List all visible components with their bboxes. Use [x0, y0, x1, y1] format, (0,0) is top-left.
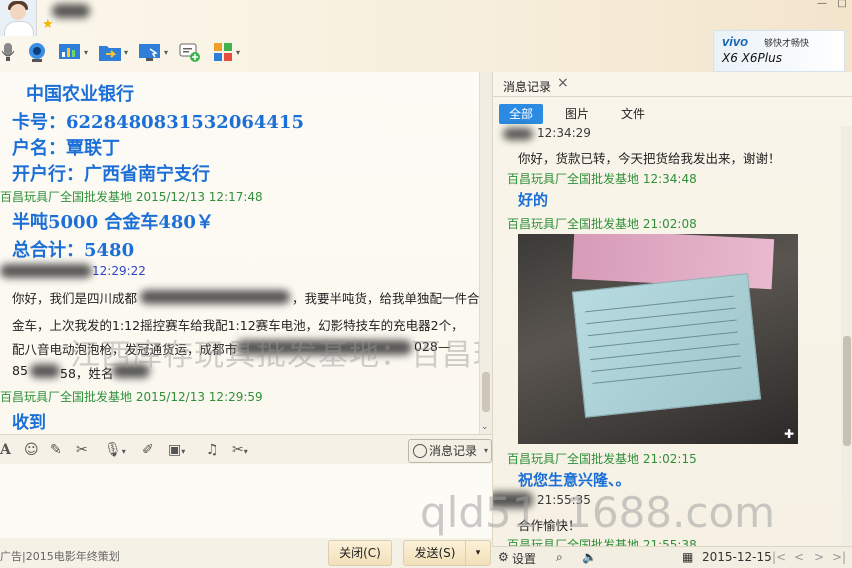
- tab-message-history[interactable]: 消息记录 ×: [493, 72, 852, 97]
- music-icon[interactable]: ♫: [206, 442, 219, 458]
- message-time: 12:34:29: [537, 126, 591, 140]
- message-text: 总合计：5480: [12, 240, 135, 261]
- bank-branch: 开户行：广西省南宁支行: [12, 164, 210, 185]
- chat-message-area[interactable]: 中国农业银行 卡号：6228480831532064415 户名：覃联丁 开户行…: [0, 72, 492, 434]
- maximize-button[interactable]: □: [832, 0, 852, 10]
- redacted-sender: [0, 264, 92, 278]
- message-text: 祝您生意兴隆、。: [518, 471, 631, 489]
- settings-label[interactable]: 设置: [512, 550, 536, 567]
- voice-icon[interactable]: 🎙▾: [104, 442, 126, 458]
- redacted-contact-name: [52, 4, 90, 18]
- tab-label: 消息记录: [503, 80, 552, 94]
- bottom-bar: 广告|2015电影年终策划 关闭(C) 发送(S) ▾: [0, 538, 492, 567]
- redacted-phone: [30, 364, 60, 378]
- watermark: 江西库存玩具批发基地：百昌玩具厂: [70, 338, 492, 373]
- title-bar: ★ ▾ ▾ ▾ ▾ — □ vivo 够快才畅快 X6 X6Plus: [0, 0, 852, 72]
- main-toolbar: ▾ ▾ ▾ ▾: [0, 38, 250, 66]
- speaker-icon[interactable]: 🔈: [582, 550, 597, 564]
- message-text: 半吨5000 合金车480￥: [12, 212, 214, 233]
- add-message-icon[interactable]: [178, 39, 202, 65]
- message-text: 你好，货款已转，今天把货给我发出来，谢谢！: [518, 151, 781, 166]
- filter-files[interactable]: 文件: [611, 104, 655, 124]
- message-history-panel: 消息记录 × 全部 图片 文件 12:34:29 你好，货款已转，今天把货给我发…: [492, 72, 852, 546]
- scrollbar-thumb[interactable]: [482, 372, 490, 412]
- screen-share-icon[interactable]: ▾: [58, 39, 88, 65]
- redacted-sender: [503, 128, 533, 140]
- watermark: qld51 .1688.com: [420, 488, 776, 537]
- bank-account-name: 户名：覃联丁: [12, 138, 120, 159]
- star-icon: ★: [42, 17, 54, 32]
- expand-icon[interactable]: ✚: [784, 427, 794, 441]
- message-header: 百昌玩具厂全国批发基地 21:55:38: [507, 538, 697, 546]
- message-header-time: 12:29:22: [92, 264, 146, 278]
- message-text: 85: [12, 363, 28, 378]
- tools-icon[interactable]: ✂▾: [232, 442, 248, 458]
- minimize-button[interactable]: —: [812, 0, 832, 10]
- message-history-button[interactable]: 消息记录 ▾: [408, 439, 492, 463]
- history-date[interactable]: 2015-12-15: [702, 550, 772, 564]
- nudge-icon[interactable]: ✎: [50, 442, 62, 458]
- message-text: 好的: [518, 191, 549, 209]
- scrollbar-thumb[interactable]: [843, 336, 851, 446]
- history-scrollbar[interactable]: [841, 126, 852, 546]
- ad-slogan: 够快才畅快: [764, 39, 810, 49]
- avatar[interactable]: [0, 0, 37, 36]
- microphone-icon[interactable]: [0, 39, 16, 65]
- remote-desktop-icon[interactable]: ▾: [138, 39, 168, 65]
- message-input[interactable]: [0, 464, 492, 538]
- scroll-down-icon[interactable]: ⌄: [481, 422, 489, 432]
- chat-scrollbar[interactable]: ⌄: [479, 72, 492, 434]
- screenshot-icon[interactable]: ✂: [76, 442, 88, 458]
- ad-model: X6 X6Plus: [722, 51, 782, 65]
- prev-page-icon[interactable]: <: [794, 550, 804, 564]
- apps-icon[interactable]: ▾: [212, 39, 240, 65]
- file-transfer-icon[interactable]: ▾: [98, 39, 128, 65]
- clock-icon: [413, 444, 427, 458]
- window-controls: — □: [812, 0, 852, 10]
- last-page-icon[interactable]: >|: [832, 550, 846, 564]
- message-header: 百昌玩具厂全国批发基地 2015/12/13 12:17:48: [0, 190, 263, 204]
- settings-icon[interactable]: ⚙: [498, 550, 509, 564]
- edit-icon[interactable]: ✐: [142, 442, 154, 458]
- close-button[interactable]: 关闭(C): [328, 540, 392, 566]
- send-button[interactable]: 发送(S): [403, 540, 467, 566]
- send-options-button[interactable]: ▾: [465, 540, 491, 566]
- input-toolbar: A ☺ ✎ ✂ 🎙▾ ✐ ▣▾ ♫ ✂▾ 消息记录 ▾: [0, 434, 492, 465]
- webcam-icon[interactable]: [26, 39, 48, 65]
- history-message-list[interactable]: 12:34:29 你好，货款已转，今天把货给我发出来，谢谢！ 百昌玩具厂全国批发…: [493, 126, 841, 546]
- message-header: 百昌玩具厂全国批发基地 12:34:48: [507, 172, 697, 186]
- redacted-text: [140, 290, 290, 304]
- message-header: 百昌玩具厂全国批发基地 2015/12/13 12:29:59: [0, 390, 263, 404]
- chevron-down-icon: ▾: [483, 446, 488, 455]
- bank-name: 中国农业银行: [26, 84, 134, 105]
- vivo-ad-banner[interactable]: vivo 够快才畅快 X6 X6Plus: [713, 30, 845, 72]
- font-icon[interactable]: A: [0, 442, 11, 458]
- search-icon[interactable]: ⌕: [556, 550, 563, 565]
- first-page-icon[interactable]: |<: [772, 550, 786, 564]
- message-history-label: 消息记录: [429, 444, 478, 458]
- filter-images[interactable]: 图片: [555, 104, 599, 124]
- image-icon[interactable]: ▣▾: [168, 442, 185, 458]
- bank-card-number: 卡号：6228480831532064415: [12, 112, 304, 133]
- emoji-icon[interactable]: ☺: [24, 442, 39, 458]
- message-header: 百昌玩具厂全国批发基地 21:02:08: [507, 217, 697, 231]
- next-page-icon[interactable]: >: [814, 550, 824, 564]
- history-filters: 全部 图片 文件: [493, 102, 852, 126]
- filter-all[interactable]: 全部: [499, 104, 544, 124]
- message-text: 你好，我们是四川成都: [12, 291, 138, 306]
- ad-link[interactable]: 广告|2015电影年终策划: [0, 548, 120, 564]
- ad-brand: vivo: [722, 34, 749, 49]
- close-icon[interactable]: ×: [557, 75, 569, 91]
- message-text: ，我要半吨货，给我单独配一件合: [292, 291, 480, 306]
- waybill-photo[interactable]: ✚: [518, 234, 798, 444]
- history-footer: ⚙ 设置 ⌕ 🔈 ▦ 2015-12-15 |< < > >|: [492, 546, 852, 568]
- calendar-icon[interactable]: ▦: [682, 550, 693, 564]
- message-text: 收到: [12, 413, 46, 433]
- message-header: 百昌玩具厂全国批发基地 21:02:15: [507, 452, 697, 466]
